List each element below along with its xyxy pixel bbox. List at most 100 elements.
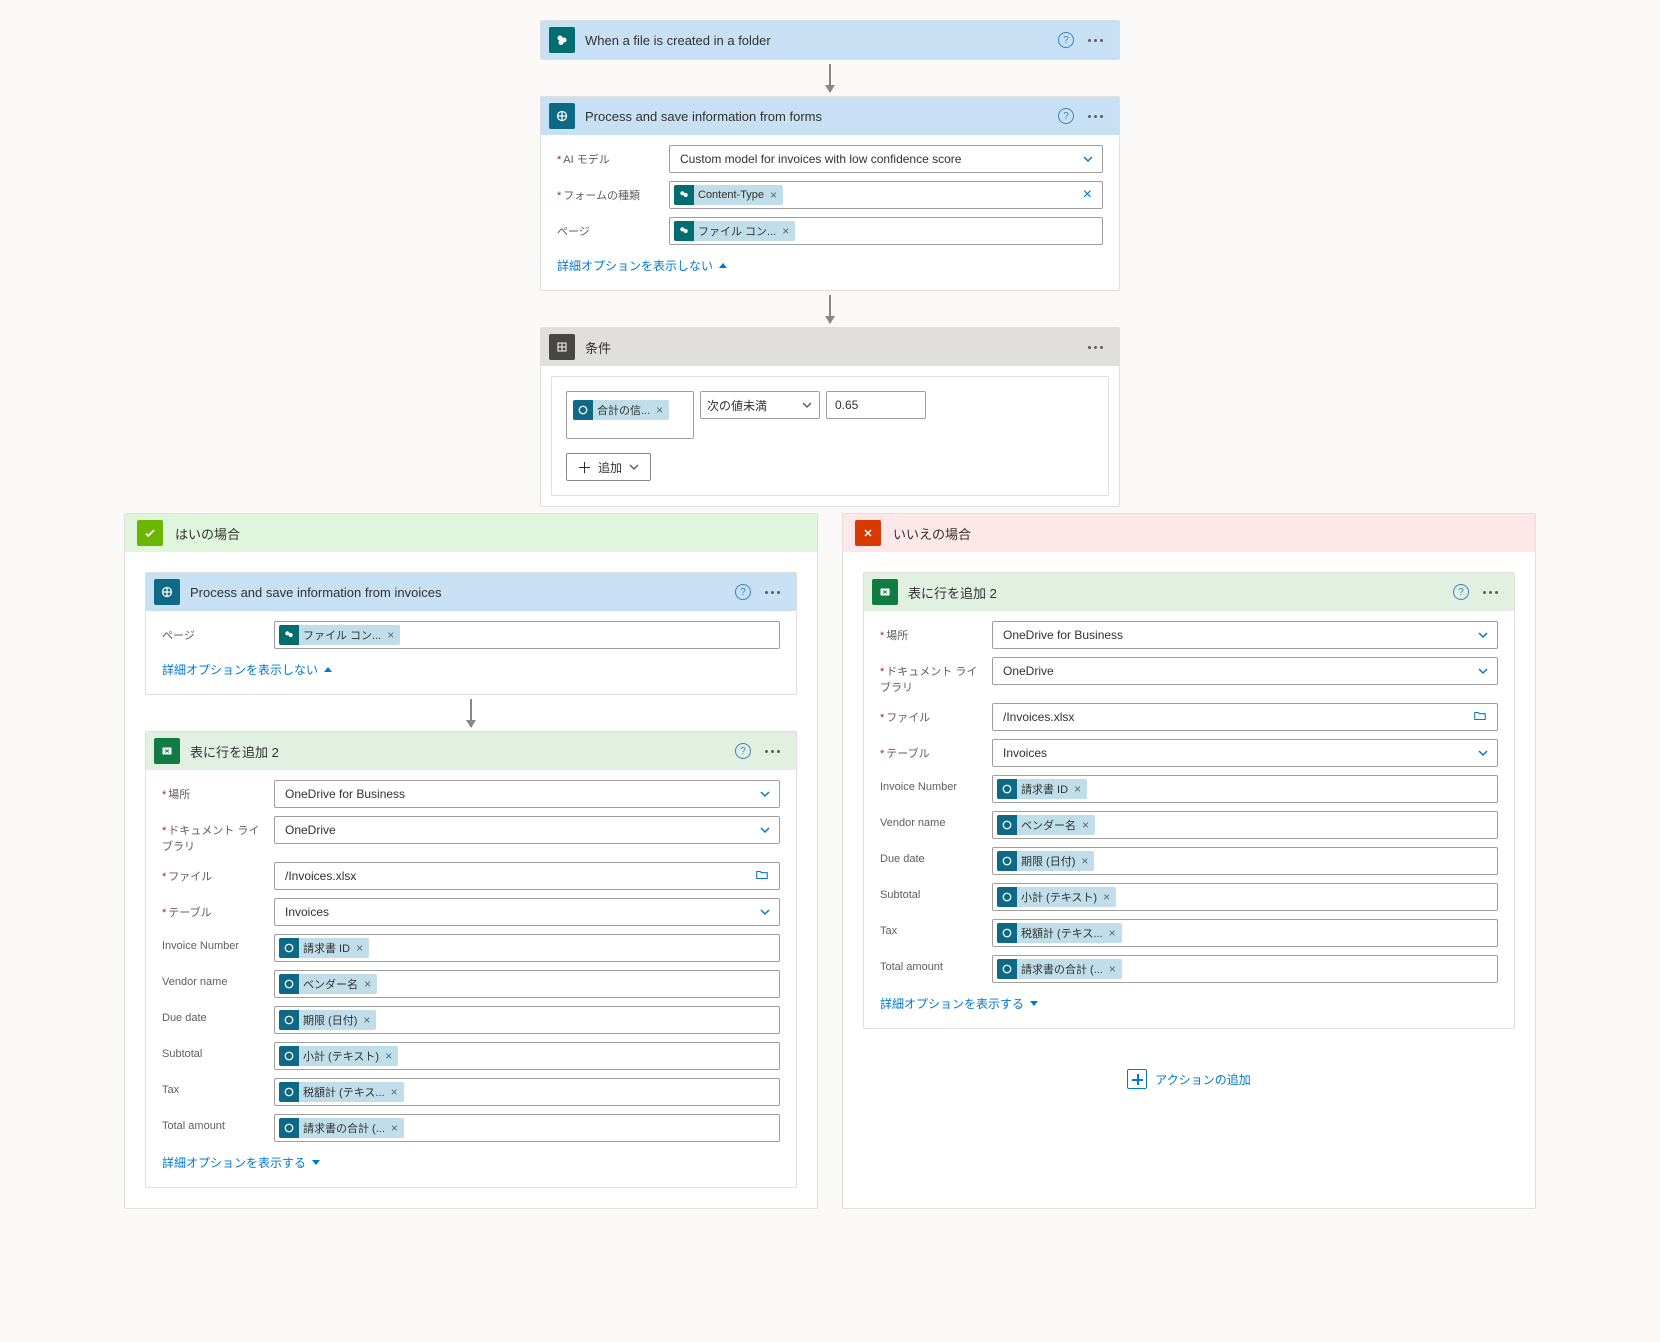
condition-operator-select[interactable]: 次の値未満 — [700, 391, 820, 419]
help-icon[interactable]: ? — [735, 743, 751, 759]
chevron-down-icon[interactable] — [1473, 629, 1493, 641]
remove-token-icon[interactable]: × — [770, 188, 777, 202]
folder-picker-icon[interactable] — [749, 868, 775, 885]
token-subtotal[interactable]: 小計 (テキスト)× — [997, 887, 1116, 907]
condition-left-operand[interactable]: 合計の信... × — [566, 391, 694, 439]
ai-token-icon — [997, 923, 1017, 943]
tax-input[interactable]: 税額計 (テキス...× — [274, 1078, 780, 1106]
remove-token-icon[interactable]: × — [387, 628, 394, 642]
more-menu[interactable] — [1084, 111, 1107, 122]
condition-card: 条件 合計の信... × — [540, 327, 1120, 507]
file-input[interactable]: /Invoices.xlsx — [274, 862, 780, 890]
add-action-button[interactable]: アクションの追加 — [1127, 1069, 1250, 1089]
invoice-number-label: Invoice Number — [162, 934, 266, 952]
total-amount-input[interactable]: 請求書の合計 (...× — [274, 1114, 780, 1142]
condition-icon — [549, 334, 575, 360]
advanced-options-toggle[interactable]: 詳細オプションを表示しない — [557, 257, 727, 274]
vendor-name-input[interactable]: ベンダー名× — [992, 811, 1498, 839]
remove-token-icon[interactable]: × — [656, 403, 663, 417]
no-branch-header: いいえの場合 — [843, 514, 1535, 552]
trigger-header[interactable]: When a file is created in a folder ? — [541, 21, 1119, 59]
page-input[interactable]: ファイル コン... × — [274, 621, 780, 649]
advanced-options-toggle[interactable]: 詳細オプションを表示しない — [162, 661, 332, 678]
more-menu[interactable] — [761, 587, 784, 598]
clear-icon[interactable]: × — [1077, 187, 1098, 203]
page-input[interactable]: ファイル コン... × — [669, 217, 1103, 245]
form-type-input[interactable]: Content-Type × × — [669, 181, 1103, 209]
subtotal-input[interactable]: 小計 (テキスト)× — [274, 1042, 780, 1070]
ai-model-label: *AI モデル — [557, 145, 661, 167]
remove-token-icon[interactable]: × — [1082, 818, 1089, 832]
token-tax[interactable]: 税額計 (テキス...× — [279, 1082, 404, 1102]
token-due-date[interactable]: 期限 (日付)× — [997, 851, 1094, 871]
invoice-number-input[interactable]: 請求書 ID× — [992, 775, 1498, 803]
location-select[interactable]: OneDrive for Business — [274, 780, 780, 808]
chevron-down-icon[interactable] — [1473, 747, 1493, 759]
remove-token-icon[interactable]: × — [1103, 890, 1110, 904]
vendor-name-input[interactable]: ベンダー名× — [274, 970, 780, 998]
trigger-card[interactable]: When a file is created in a folder ? — [540, 20, 1120, 60]
condition-value-input[interactable]: 0.65 — [826, 391, 926, 419]
help-icon[interactable]: ? — [1058, 32, 1074, 48]
chevron-down-icon[interactable] — [755, 906, 775, 918]
remove-token-icon[interactable]: × — [1081, 854, 1088, 868]
chevron-down-icon[interactable] — [1078, 153, 1098, 165]
token-due-date[interactable]: 期限 (日付)× — [279, 1010, 376, 1030]
table-select[interactable]: Invoices — [992, 739, 1498, 767]
ai-invoices-header[interactable]: Process and save information from invoic… — [146, 573, 796, 611]
library-select[interactable]: OneDrive — [992, 657, 1498, 685]
token-total-amount[interactable]: 請求書の合計 (...× — [997, 959, 1122, 979]
file-input[interactable]: /Invoices.xlsx — [992, 703, 1498, 731]
token-invoice-number[interactable]: 請求書 ID× — [997, 779, 1087, 799]
more-menu[interactable] — [761, 746, 784, 757]
remove-token-icon[interactable]: × — [356, 941, 363, 955]
due-date-input[interactable]: 期限 (日付)× — [274, 1006, 780, 1034]
token-invoice-number[interactable]: 請求書 ID× — [279, 938, 369, 958]
due-date-input[interactable]: 期限 (日付)× — [992, 847, 1498, 875]
add-condition-button[interactable]: ＋ 追加 — [566, 453, 651, 481]
more-menu[interactable] — [1479, 587, 1502, 598]
remove-token-icon[interactable]: × — [782, 224, 789, 238]
token-vendor-name[interactable]: ベンダー名× — [279, 974, 377, 994]
token-file-content[interactable]: ファイル コン... × — [279, 625, 400, 645]
chevron-down-icon[interactable] — [755, 788, 775, 800]
token-subtotal[interactable]: 小計 (テキスト)× — [279, 1046, 398, 1066]
token-tax[interactable]: 税額計 (テキス...× — [997, 923, 1122, 943]
chevron-down-icon[interactable] — [755, 824, 775, 836]
remove-token-icon[interactable]: × — [385, 1049, 392, 1063]
excel-header[interactable]: 表に行を追加 2 ? — [146, 732, 796, 770]
token-total-amount[interactable]: 請求書の合計 (...× — [279, 1118, 404, 1138]
help-icon[interactable]: ? — [1453, 584, 1469, 600]
remove-token-icon[interactable]: × — [391, 1085, 398, 1099]
ai-model-select[interactable]: Custom model for invoices with low confi… — [669, 145, 1103, 173]
ai-process-header[interactable]: Process and save information from forms … — [541, 97, 1119, 135]
condition-header[interactable]: 条件 — [541, 328, 1119, 366]
help-icon[interactable]: ? — [1058, 108, 1074, 124]
more-menu[interactable] — [1084, 35, 1107, 46]
folder-picker-icon[interactable] — [1467, 709, 1493, 726]
more-menu[interactable] — [1084, 342, 1107, 353]
help-icon[interactable]: ? — [735, 584, 751, 600]
invoice-number-input[interactable]: 請求書 ID× — [274, 934, 780, 962]
location-select[interactable]: OneDrive for Business — [992, 621, 1498, 649]
token-total-confidence[interactable]: 合計の信... × — [573, 400, 669, 420]
remove-token-icon[interactable]: × — [1109, 962, 1116, 976]
chevron-down-icon[interactable] — [1473, 665, 1493, 677]
excel-header[interactable]: 表に行を追加 2 ? — [864, 573, 1514, 611]
table-select[interactable]: Invoices — [274, 898, 780, 926]
token-content-type[interactable]: Content-Type × — [674, 185, 783, 205]
subtotal-input[interactable]: 小計 (テキスト)× — [992, 883, 1498, 911]
checkmark-icon — [137, 520, 163, 546]
library-select[interactable]: OneDrive — [274, 816, 780, 844]
advanced-options-toggle[interactable]: 詳細オプションを表示する — [880, 995, 1038, 1012]
total-amount-input[interactable]: 請求書の合計 (...× — [992, 955, 1498, 983]
token-vendor-name[interactable]: ベンダー名× — [997, 815, 1095, 835]
remove-token-icon[interactable]: × — [363, 1013, 370, 1027]
remove-token-icon[interactable]: × — [1074, 782, 1081, 796]
token-file-content[interactable]: ファイル コン... × — [674, 221, 795, 241]
tax-input[interactable]: 税額計 (テキス...× — [992, 919, 1498, 947]
advanced-options-toggle[interactable]: 詳細オプションを表示する — [162, 1154, 320, 1171]
remove-token-icon[interactable]: × — [391, 1121, 398, 1135]
remove-token-icon[interactable]: × — [1109, 926, 1116, 940]
remove-token-icon[interactable]: × — [364, 977, 371, 991]
